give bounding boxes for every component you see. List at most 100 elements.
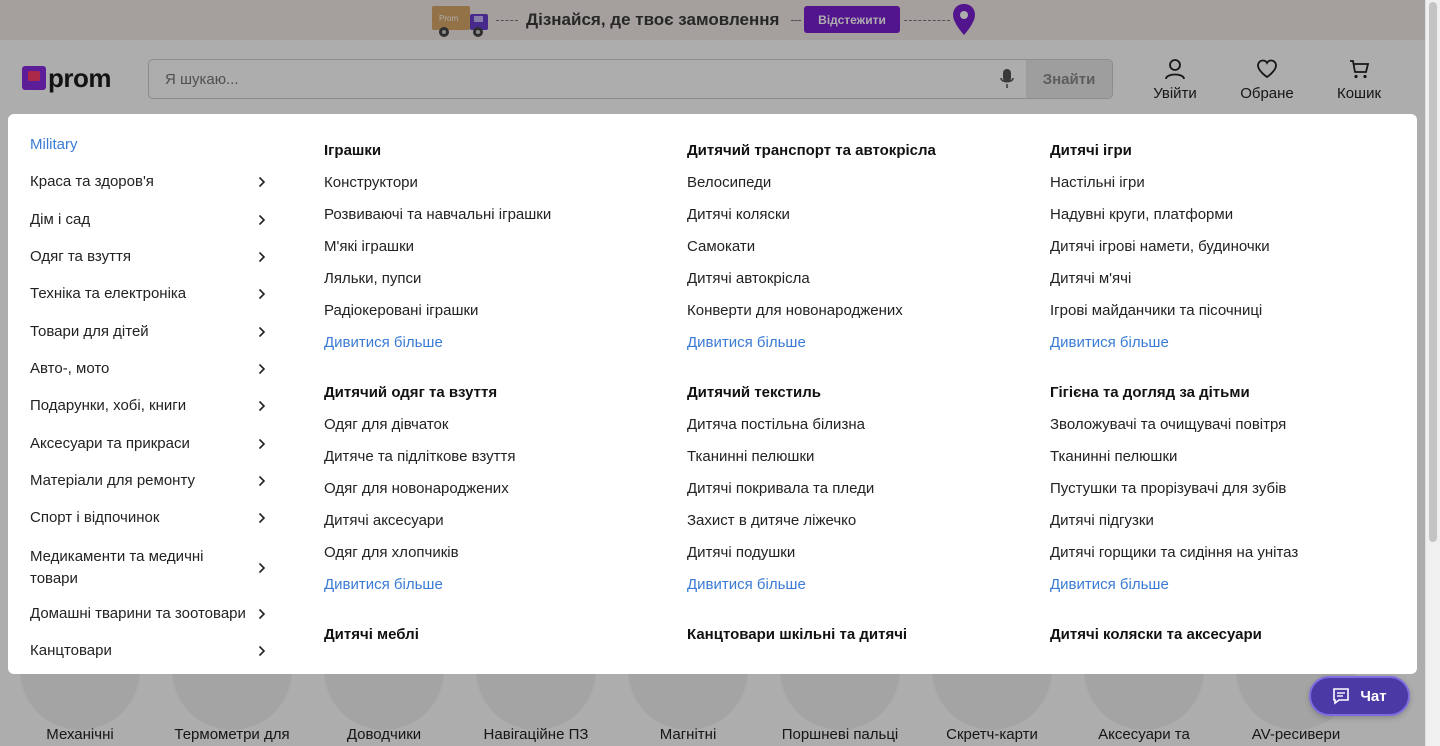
subcategory-title[interactable]: Дитячий текстиль <box>687 384 1027 416</box>
chevron-right-icon <box>258 400 266 411</box>
subcategory-link[interactable]: Дитячі автокрісла <box>687 270 1027 302</box>
category-item[interactable]: Техніка та електроніка <box>30 285 272 302</box>
subcategory-group: Іграшки Конструктори Розвиваючі та навчаль… <box>324 142 664 366</box>
category-label: Аксесуари та прикраси <box>30 435 190 452</box>
subcategory-link[interactable]: Одяг для дівчаток <box>324 416 664 448</box>
subcategory-title[interactable]: Дитячі коляски та аксесуари <box>1050 626 1390 658</box>
category-item[interactable]: Краса та здоров'я <box>30 173 272 190</box>
subcategory-group: Канцтовари шкільні та дитячі <box>687 626 1027 658</box>
subcategory-link[interactable]: Радіокеровані іграшки <box>324 302 664 334</box>
chevron-right-icon <box>258 608 266 619</box>
subcategory-title[interactable]: Гігієна та догляд за дітьми <box>1050 384 1390 416</box>
catalog-menu: Military Краса та здоров'я Дім і сад Одяг т… <box>8 114 1417 674</box>
category-label: Канцтовари <box>30 642 112 659</box>
subcategory-group: Дитячий транспорт та автокрісла Велосипед… <box>687 142 1027 366</box>
subcategory-link[interactable]: Ігрові майданчики та пісочниці <box>1050 302 1390 334</box>
subcategory-link[interactable]: Дитячі коляски <box>687 206 1027 238</box>
subcategory-link[interactable]: Зволожувачі та очищувачі повітря <box>1050 416 1390 448</box>
subcategory-title[interactable]: Іграшки <box>324 142 664 174</box>
category-label: Товари для дітей <box>30 323 149 340</box>
subcategory-link[interactable]: М'які іграшки <box>324 238 664 270</box>
chat-icon <box>1333 688 1350 705</box>
category-label: Медикаменти та медичні товари <box>30 548 204 587</box>
category-item[interactable]: Товари для дітей <box>30 323 272 340</box>
subcategory-link[interactable]: Одяг для хлопчиків <box>324 544 664 576</box>
subcategory-link[interactable]: Захист в дитяче ліжечко <box>687 512 1027 544</box>
subcategory-link[interactable]: Тканинні пелюшки <box>1050 448 1390 480</box>
chat-label: Чат <box>1360 687 1387 705</box>
subcategory-link[interactable]: Дитячі підгузки <box>1050 512 1390 544</box>
subcategory-group: Дитячі коляски та аксесуари <box>1050 626 1390 658</box>
category-item[interactable]: Авто-, мото <box>30 360 272 377</box>
category-label: Спорт і відпочинок <box>30 509 160 526</box>
subcategory-link[interactable]: Конверти для новонароджених <box>687 302 1027 334</box>
subcategory-link[interactable]: Одяг для новонароджених <box>324 480 664 512</box>
category-label: Авто-, мото <box>30 360 110 377</box>
category-item[interactable]: Одяг та взуття <box>30 248 272 265</box>
category-item[interactable]: Домашні тварини та зоотовари <box>30 605 272 622</box>
chevron-right-icon <box>258 176 266 187</box>
see-more-link[interactable]: Дивитися більше <box>687 576 1027 608</box>
subcategory-link[interactable]: Велосипеди <box>687 174 1027 206</box>
subcategory-link[interactable]: Тканинні пелюшки <box>687 448 1027 480</box>
category-label: Домашні тварини та зоотовари <box>30 605 246 622</box>
subcategory-link[interactable]: Дитячі м'ячі <box>1050 270 1390 302</box>
subcategory-title[interactable]: Дитячий транспорт та автокрісла <box>687 142 1027 174</box>
chevron-right-icon <box>258 438 266 449</box>
category-item[interactable]: Матеріали для ремонту <box>30 472 272 489</box>
subcategory-link[interactable]: Конструктори <box>324 174 664 206</box>
subcategory-link[interactable]: Дитячі ігрові намети, будиночки <box>1050 238 1390 270</box>
subcategory-title[interactable]: Канцтовари шкільні та дитячі <box>687 626 1027 658</box>
category-item[interactable]: Канцтовари <box>30 642 272 659</box>
category-item[interactable]: Military <box>30 136 272 153</box>
chevron-right-icon <box>258 475 266 486</box>
subcategory-link[interactable]: Дитячі горщики та сидіння на унітаз <box>1050 544 1390 576</box>
chevron-right-icon <box>258 363 266 374</box>
chevron-right-icon <box>258 645 266 656</box>
category-label: Техніка та електроніка <box>30 285 187 302</box>
scrollbar[interactable] <box>1425 0 1440 746</box>
category-label: Подарунки, хобі, книги <box>30 397 187 414</box>
category-item[interactable]: Подарунки, хобі, книги <box>30 397 272 414</box>
chevron-right-icon <box>258 512 266 523</box>
category-label: Матеріали для ремонту <box>30 472 195 489</box>
subcategory-link[interactable]: Настільні ігри <box>1050 174 1390 206</box>
subcategory-link[interactable]: Дитяче та підліткове взуття <box>324 448 664 480</box>
subcategory-link[interactable]: Розвиваючі та навчальні іграшки <box>324 206 664 238</box>
subcategory-group: Дитячий текстиль Дитяча постільна білизна… <box>687 384 1027 608</box>
subcategory-group: Дитячий одяг та взуття Одяг для дівчаток Д… <box>324 384 664 608</box>
chevron-right-icon <box>258 326 266 337</box>
see-more-link[interactable]: Дивитися більше <box>1050 334 1390 366</box>
category-label: Дім і сад <box>30 211 91 228</box>
category-label: Одяг та взуття <box>30 248 131 265</box>
see-more-link[interactable]: Дивитися більше <box>1050 576 1390 608</box>
chevron-right-icon <box>258 251 266 262</box>
category-item[interactable]: Медикаменти та медичні товари <box>30 546 272 590</box>
category-item[interactable]: Спорт і відпочинок <box>30 509 272 526</box>
subcategory-title[interactable]: Дитячі меблі <box>324 626 664 658</box>
subcategory-link[interactable]: Надувні круги, платформи <box>1050 206 1390 238</box>
subcategory-link[interactable]: Дитяча постільна білизна <box>687 416 1027 448</box>
chevron-right-icon <box>258 288 266 299</box>
category-label: Military <box>30 136 78 153</box>
subcategory-link[interactable]: Дитячі покривала та пледи <box>687 480 1027 512</box>
scrollbar-thumb[interactable] <box>1429 2 1437 542</box>
subcategory-link[interactable]: Дитячі подушки <box>687 544 1027 576</box>
subcategory-group: Дитячі ігри Настільні ігри Надувні круги, … <box>1050 142 1390 366</box>
subcategory-title[interactable]: Дитячий одяг та взуття <box>324 384 664 416</box>
subcategory-link[interactable]: Дитячі аксесуари <box>324 512 664 544</box>
chevron-right-icon <box>258 214 266 225</box>
see-more-link[interactable]: Дивитися більше <box>687 334 1027 366</box>
subcategory-link[interactable]: Ляльки, пупси <box>324 270 664 302</box>
category-label: Краса та здоров'я <box>30 173 154 190</box>
chat-button[interactable]: Чат <box>1309 676 1410 716</box>
subcategory-link[interactable]: Самокати <box>687 238 1027 270</box>
see-more-link[interactable]: Дивитися більше <box>324 334 664 366</box>
subcategory-title[interactable]: Дитячі ігри <box>1050 142 1390 174</box>
subcategory-link[interactable]: Пустушки та прорізувачі для зубів <box>1050 480 1390 512</box>
subcategory-group: Гігієна та догляд за дітьми Зволожувачі т… <box>1050 384 1390 608</box>
subcategory-group: Дитячі меблі <box>324 626 664 658</box>
category-item[interactable]: Аксесуари та прикраси <box>30 435 272 452</box>
category-item[interactable]: Дім і сад <box>30 211 272 228</box>
see-more-link[interactable]: Дивитися більше <box>324 576 664 608</box>
